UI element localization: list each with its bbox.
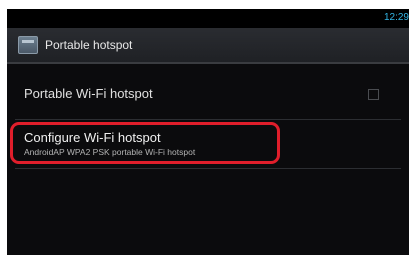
status-bar: 12:29 [7, 9, 409, 28]
page-title: Portable hotspot [45, 38, 133, 52]
status-clock: 12:29 [383, 12, 409, 23]
configure-wifi-hotspot-item[interactable]: Configure Wi-Fi hotspot AndroidAP WPA2 P… [7, 120, 409, 168]
configure-wifi-hotspot-label: Configure Wi-Fi hotspot [24, 130, 161, 145]
android-screen: 12:29 Portable hotspot Portable Wi-Fi ho… [7, 9, 409, 255]
settings-app-icon[interactable] [18, 36, 38, 54]
portable-wifi-hotspot-label: Portable Wi-Fi hotspot [24, 86, 153, 101]
configure-wifi-hotspot-summary: AndroidAP WPA2 PSK portable Wi-Fi hotspo… [24, 147, 196, 157]
divider [15, 168, 401, 169]
action-bar: Portable hotspot [7, 28, 409, 64]
portable-wifi-hotspot-checkbox[interactable] [368, 89, 379, 100]
portable-wifi-hotspot-item[interactable]: Portable Wi-Fi hotspot [7, 65, 409, 119]
